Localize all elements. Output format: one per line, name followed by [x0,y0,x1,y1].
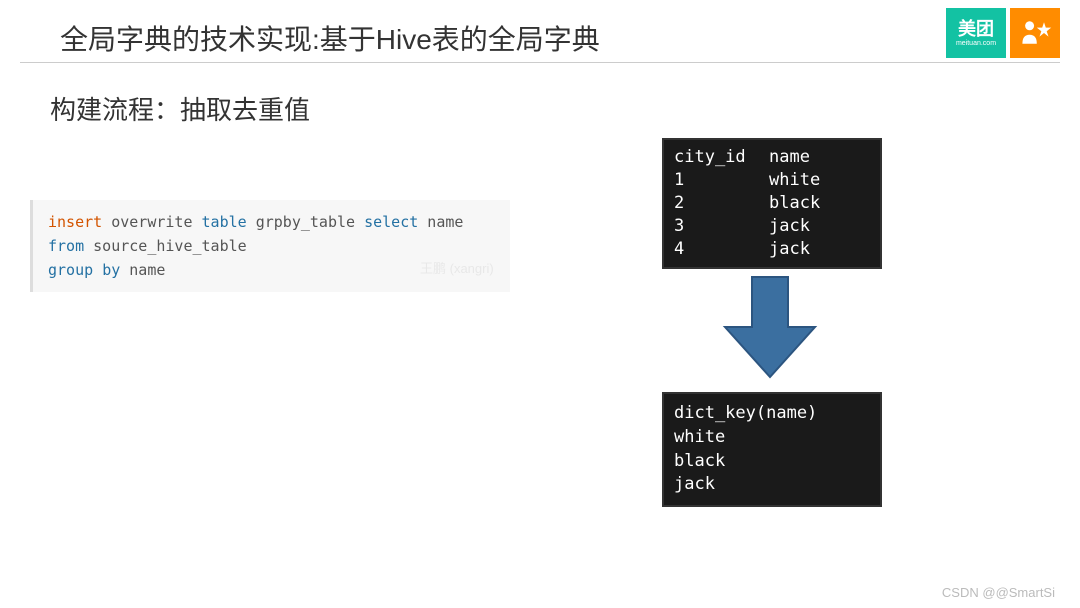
source-table: city_id name 1 white 2 black 3 jack 4 ja… [662,138,882,269]
down-arrow-icon [720,272,820,382]
code-line-2: from source_hive_table [48,234,495,258]
code-line-1: insert overwrite table grpby_table selec… [48,210,495,234]
result-header: dict_key(name) [674,402,870,426]
logo-container: 美团 meituan.com [946,8,1060,58]
slide-title: 全局字典的技术实现:基于Hive表的全局字典 [60,18,600,58]
result-row: black [674,450,870,474]
table-row: 1 white [674,169,870,192]
table-row: 3 jack [674,215,870,238]
meituan-logo: 美团 meituan.com [946,8,1006,58]
meituan-logo-text: 美团 [958,20,994,38]
result-row: jack [674,473,870,497]
dianping-logo [1010,8,1060,58]
meituan-logo-subtext: meituan.com [956,40,996,47]
slide-subtitle: 构建流程：抽取去重值 [50,90,310,127]
sql-code-block: insert overwrite table grpby_table selec… [30,200,510,292]
header-name: name [769,146,870,169]
result-row: white [674,426,870,450]
table-row: 4 jack [674,238,870,261]
table-header-row: city_id name [674,146,870,169]
result-table: dict_key(name) white black jack [662,392,882,507]
code-line-3: group by name [48,258,495,282]
title-underline [20,62,1060,63]
table-row: 2 black [674,192,870,215]
person-star-icon [1017,15,1053,51]
header-city-id: city_id [674,146,769,169]
footer-watermark: CSDN @@SmartSi [942,585,1055,600]
